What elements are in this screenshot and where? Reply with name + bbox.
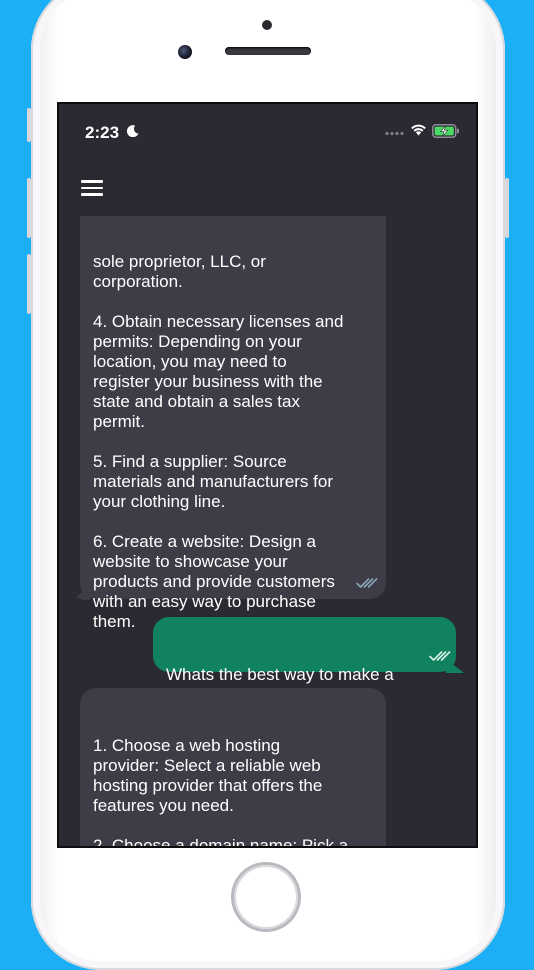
double-check-icon xyxy=(356,578,378,588)
proximity-sensor xyxy=(262,20,272,30)
home-button[interactable] xyxy=(234,865,298,929)
power-button xyxy=(505,178,509,238)
message-text: 1. Choose a web hosting provider: Select… xyxy=(93,736,349,848)
hamburger-menu-icon[interactable] xyxy=(81,180,103,196)
battery-charging-icon xyxy=(432,124,459,138)
moon-icon xyxy=(127,125,139,137)
mute-switch xyxy=(27,108,31,142)
front-camera-icon xyxy=(178,45,192,59)
bubble-tail xyxy=(72,586,90,600)
assistant-message: 1. Choose a web hosting provider: Select… xyxy=(80,688,386,848)
volume-up-button xyxy=(27,178,31,238)
assistant-message: sole proprietor, LLC, or corporation. 4.… xyxy=(72,216,386,631)
chat-message-list[interactable]: sole proprietor, LLC, or corporation. 4.… xyxy=(59,216,476,848)
status-time: 2:23 xyxy=(85,123,120,142)
earpiece-speaker xyxy=(225,47,311,55)
wifi-icon xyxy=(411,124,426,136)
phone-screen: 2:23 sole proprietor, LLC, or corporatio… xyxy=(57,102,478,848)
cellular-signal-icon xyxy=(385,131,404,136)
double-check-icon xyxy=(429,651,451,661)
message-text: sole proprietor, LLC, or corporation. 4.… xyxy=(93,252,344,631)
volume-down-button xyxy=(27,254,31,314)
user-message: Whats the best way to make a website? xyxy=(153,617,464,704)
